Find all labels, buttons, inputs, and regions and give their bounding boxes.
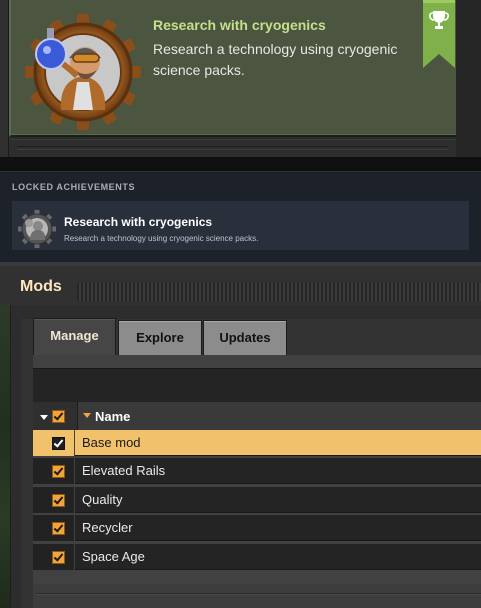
mod-enabled-checkbox[interactable]: [52, 465, 65, 478]
select-all-checkbox[interactable]: [52, 410, 65, 423]
section-heading: LOCKED ACHIEVEMENTS: [12, 182, 136, 192]
popup-left-border: [0, 0, 9, 157]
locked-achievements-panel: LOCKED ACHIEVEMENTS Research with cryoge…: [0, 171, 481, 262]
table-header: Name: [33, 402, 481, 430]
enabled-column-header[interactable]: [37, 408, 75, 426]
cryogenic-scientist-icon: [25, 14, 141, 130]
trophy-icon: [423, 0, 455, 68]
achievement-panel: Research with cryogenics Research a tech…: [9, 0, 456, 137]
mod-enabled-checkbox[interactable]: [52, 522, 65, 535]
mod-name: Elevated Rails: [82, 463, 166, 478]
tab-manage[interactable]: Manage: [33, 318, 116, 355]
toolbar-row: [33, 368, 481, 402]
name-column-label: Name: [95, 409, 131, 424]
locked-achievement-title: Research with cryogenics: [64, 215, 213, 229]
popup-right-border: [456, 0, 481, 157]
window-title: Mods: [20, 278, 62, 295]
name-column-header[interactable]: Name: [77, 402, 481, 430]
locked-achievement-item[interactable]: Research with cryogenics Research a tech…: [12, 201, 469, 250]
sort-descending-icon: [40, 415, 48, 420]
achievement-description: Research a technology using cryogenic sc…: [153, 41, 398, 78]
mod-enabled-checkbox[interactable]: [52, 437, 65, 450]
achievement-popup: Research with cryogenics Research a tech…: [0, 0, 481, 157]
table-empty-area: [33, 584, 481, 608]
cryogenic-scientist-icon: [18, 210, 56, 248]
mod-name: Recycler: [82, 520, 133, 535]
mod-name: Quality: [82, 492, 123, 507]
table-row[interactable]: Quality: [33, 487, 481, 513]
drag-handle[interactable]: [77, 283, 481, 301]
mods-window: Mods Manage Explore Updates Name Base mo…: [0, 262, 481, 608]
screen: { "achievement_popup": { "title": "Resea…: [0, 0, 481, 608]
table-row[interactable]: Base mod: [33, 430, 481, 456]
mod-enabled-checkbox[interactable]: [52, 551, 65, 564]
table-row[interactable]: Space Age: [33, 544, 481, 570]
mods-table: Name Base mod Elevated Rails Quality Rec…: [33, 402, 481, 608]
mod-name: Base mod: [82, 435, 141, 450]
mod-name: Space Age: [82, 549, 145, 564]
tab-explore[interactable]: Explore: [118, 320, 202, 355]
tab-updates[interactable]: Updates: [203, 320, 287, 355]
table-row[interactable]: Recycler: [33, 515, 481, 541]
separator: [0, 157, 481, 171]
popup-footer: [9, 139, 456, 157]
background-map: [0, 305, 10, 608]
mod-enabled-checkbox[interactable]: [52, 494, 65, 507]
locked-achievement-description: Research a technology using cryogenic sc…: [64, 234, 259, 243]
mods-titlebar[interactable]: Mods: [0, 266, 481, 305]
table-row[interactable]: Elevated Rails: [33, 458, 481, 484]
sort-descending-icon: [83, 413, 91, 418]
manage-tab-content: Name Base mod Elevated Rails Quality Rec…: [33, 355, 481, 608]
achievement-title: Research with cryogenics: [153, 17, 326, 33]
